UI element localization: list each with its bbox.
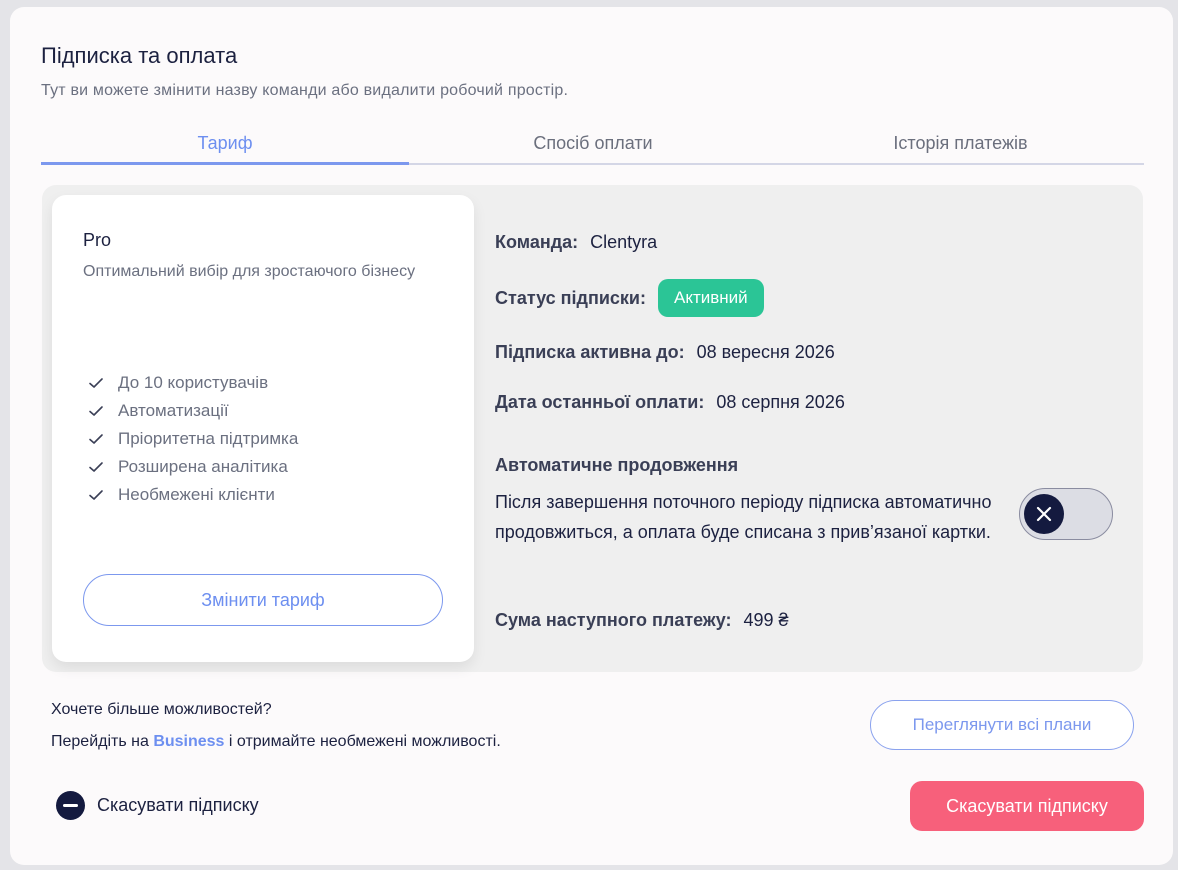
plan-panel: Pro Оптимальний вибір для зростаючого бі… [42, 185, 1143, 672]
team-label: Команда: [495, 232, 579, 252]
auto-renew-toggle[interactable] [1019, 488, 1113, 540]
close-icon [1036, 506, 1052, 522]
feature-item: Автоматизації [88, 397, 298, 425]
next-payment-value: 499 ₴ [743, 610, 789, 630]
plan-name: Pro [83, 230, 112, 250]
toggle-knob [1024, 494, 1064, 534]
last-payment-row: Дата останньої оплати: 08 серпня 2026 [495, 392, 845, 413]
cancel-link-label: Скасувати підписку [97, 795, 259, 815]
feature-list: До 10 користувачів Автоматизації Пріорит… [88, 369, 298, 509]
feature-item: Пріоритетна підтримка [88, 425, 298, 453]
check-icon [89, 462, 103, 472]
upsell-suffix: і отримайте необмежені можливості. [224, 733, 501, 750]
feature-label: Необмежені клієнти [118, 485, 275, 504]
check-icon [89, 406, 103, 416]
last-payment-value: 08 серпня 2026 [716, 392, 845, 412]
upsell-prefix: Перейдіть на [51, 733, 154, 750]
last-payment-label: Дата останньої оплати: [495, 392, 705, 412]
next-payment-row: Сума наступного платежу: 499 ₴ [495, 610, 789, 631]
feature-item: Необмежені клієнти [88, 481, 298, 509]
cancel-subscription-link[interactable]: Скасувати підписку [56, 791, 259, 820]
tabs-bar: Тариф Спосіб оплати Історія платежів [41, 131, 1144, 165]
plan-description: Оптимальний вибір для зростаючого бізнес… [83, 263, 416, 280]
check-icon [89, 490, 103, 500]
tab-plan[interactable]: Тариф [41, 131, 409, 163]
status-badge: Активний [657, 279, 764, 317]
team-value: Clentyra [590, 232, 658, 252]
view-all-plans-button[interactable]: Переглянути всі плани [870, 700, 1134, 750]
page-title: Підписка та оплата [41, 43, 238, 68]
upsell-business-link[interactable]: Business [153, 733, 224, 750]
active-until-value: 08 вересня 2026 [696, 342, 835, 362]
plan-card: Pro Оптимальний вибір для зростаючого бі… [52, 195, 474, 662]
feature-label: Розширена аналітика [118, 457, 288, 476]
tab-active-indicator [41, 162, 409, 165]
page-subtitle: Тут ви можете змінити назву команди або … [41, 82, 569, 99]
active-until-label: Підписка активна до: [495, 342, 685, 362]
tab-payment-method[interactable]: Спосіб оплати [409, 131, 777, 163]
check-icon [89, 434, 103, 444]
minus-circle-icon [56, 791, 85, 820]
next-payment-label: Сума наступного платежу: [495, 610, 732, 630]
feature-label: До 10 користувачів [118, 373, 269, 392]
status-row: Статус підписки: Активний [495, 279, 764, 317]
feature-label: Автоматизації [118, 401, 229, 420]
upsell-text: Перейдіть на Business і отримайте необме… [51, 733, 501, 751]
auto-renew-title: Автоматичне продовження [495, 455, 739, 475]
status-label: Статус підписки: [495, 287, 646, 308]
tab-payment-history[interactable]: Історія платежів [777, 131, 1144, 163]
cancel-subscription-button[interactable]: Скасувати підписку [910, 781, 1144, 831]
subscription-card: Підписка та оплата Тут ви можете змінити… [10, 7, 1173, 865]
upsell-question: Хочете більше можливостей? [51, 701, 272, 718]
check-icon [89, 378, 103, 388]
feature-label: Пріоритетна підтримка [118, 429, 299, 448]
team-row: Команда: Clentyra [495, 232, 657, 253]
feature-item: До 10 користувачів [88, 369, 298, 397]
change-plan-button[interactable]: Змінити тариф [83, 574, 443, 626]
active-until-row: Підписка активна до: 08 вересня 2026 [495, 342, 835, 363]
feature-item: Розширена аналітика [88, 453, 298, 481]
auto-renew-description: Після завершення поточного періоду підпи… [495, 492, 992, 542]
